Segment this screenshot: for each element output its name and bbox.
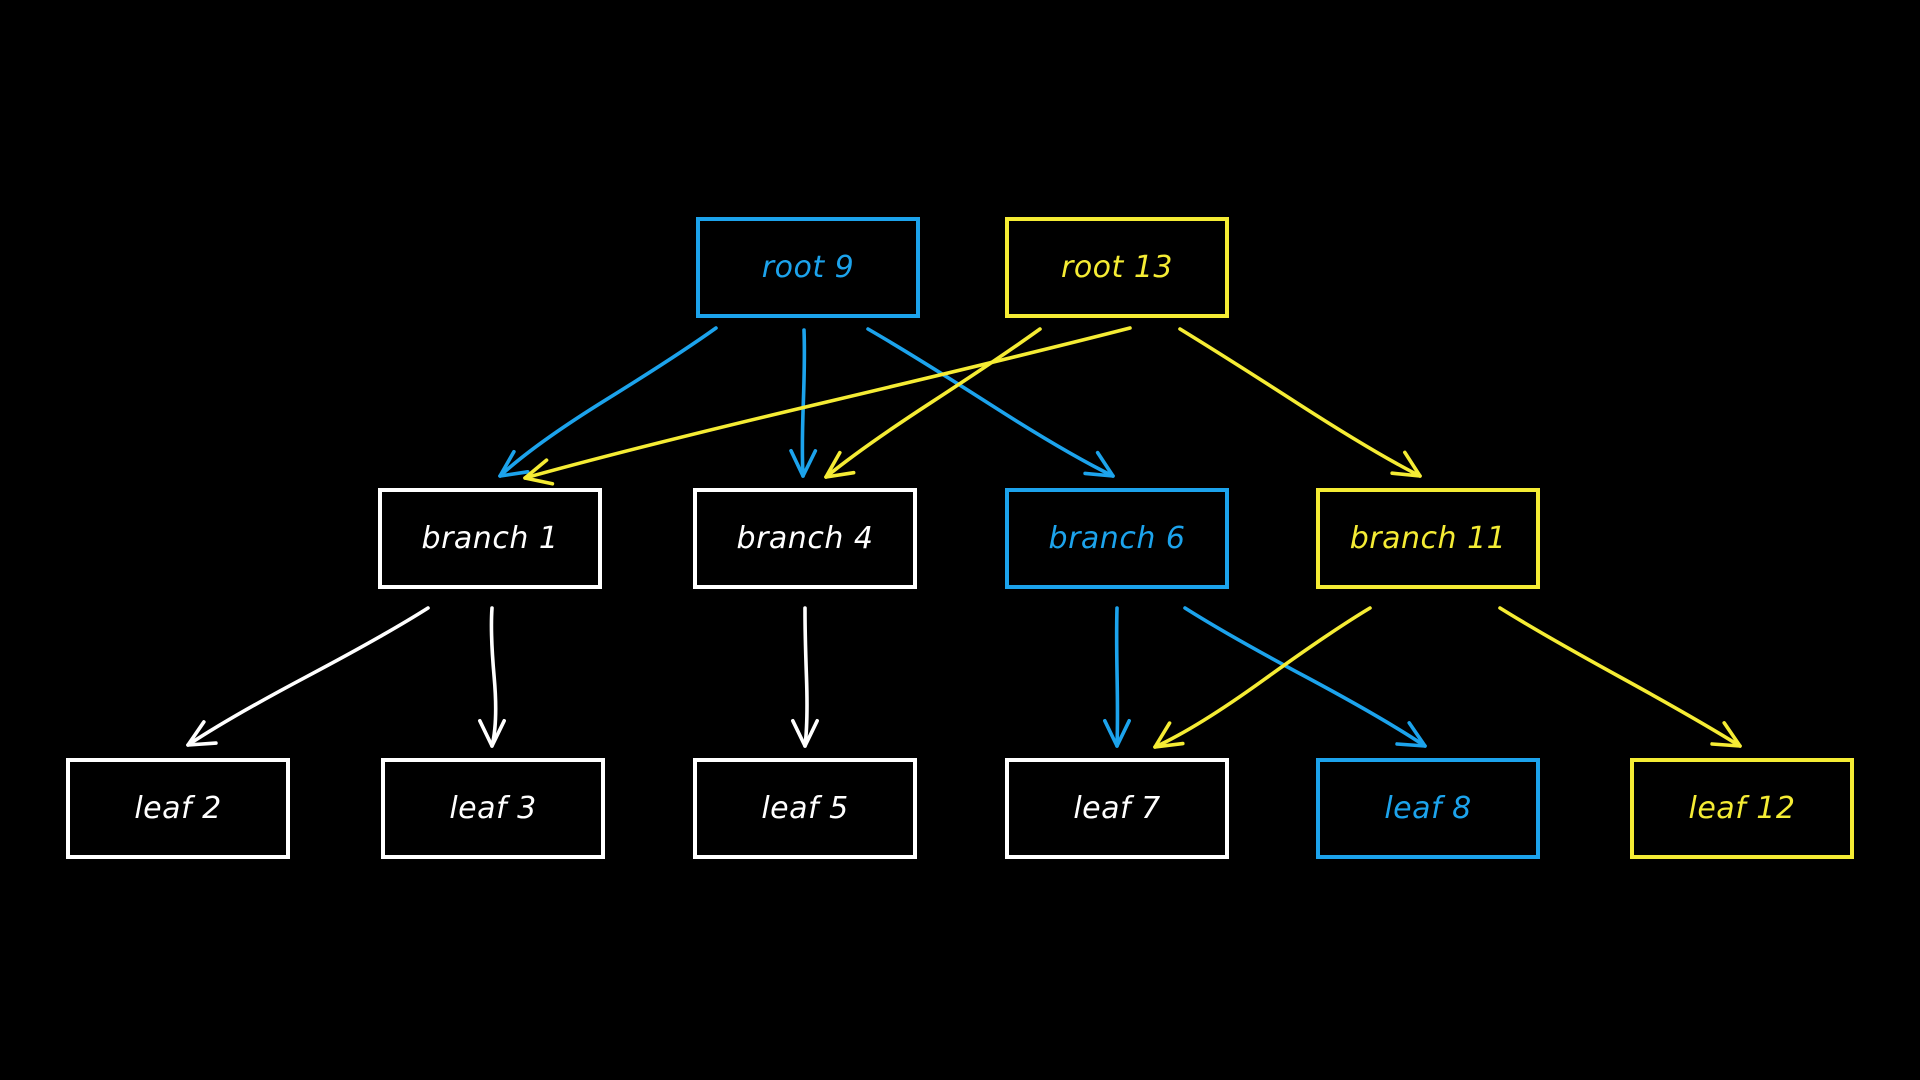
node-label: leaf 12 — [1688, 790, 1796, 826]
arrowhead-e-root13-branch11 — [1390, 450, 1422, 478]
node-label: branch 6 — [1048, 520, 1186, 556]
node-root9[interactable]: root 9 — [696, 217, 920, 318]
arrowhead-e-branch6-leaf7 — [1103, 718, 1131, 748]
edge-e-branch4-leaf5[interactable] — [791, 606, 819, 748]
edge-line — [498, 326, 718, 478]
edge-e-root13-branch11[interactable] — [1178, 327, 1422, 478]
edge-e-branch11-leaf7[interactable] — [1153, 606, 1372, 749]
node-label: leaf 5 — [761, 790, 849, 826]
node-branch6[interactable]: branch 6 — [1005, 488, 1229, 589]
arrowhead-e-branch6-leaf8 — [1395, 721, 1427, 748]
node-label: leaf 7 — [1073, 790, 1161, 826]
node-label: branch 4 — [736, 520, 874, 556]
node-leaf2[interactable]: leaf 2 — [66, 758, 290, 859]
edge-line — [523, 326, 1132, 480]
edge-line — [800, 328, 807, 478]
node-label: root 13 — [1060, 249, 1173, 285]
node-label: branch 11 — [1349, 520, 1507, 556]
arrowhead-e-root13-branch4 — [824, 450, 856, 479]
edge-e-root9-branch1[interactable] — [498, 326, 718, 478]
arrowhead-e-root9-branch4 — [789, 448, 818, 478]
edge-line — [866, 327, 1115, 478]
node-root13[interactable]: root 13 — [1005, 217, 1229, 318]
node-branch4[interactable]: branch 4 — [693, 488, 917, 589]
node-label: root 9 — [761, 249, 855, 285]
node-leaf12[interactable]: leaf 12 — [1630, 758, 1854, 859]
node-leaf7[interactable]: leaf 7 — [1005, 758, 1229, 859]
arrowhead-e-branch11-leaf12 — [1710, 721, 1742, 748]
edge-line — [1498, 606, 1742, 748]
arrowhead-e-branch1-leaf2 — [186, 720, 218, 747]
edge-e-branch6-leaf8[interactable] — [1183, 606, 1427, 748]
edge-line — [824, 327, 1042, 479]
arrowhead-e-branch4-leaf5 — [791, 718, 819, 748]
node-label: leaf 2 — [134, 790, 222, 826]
node-label: leaf 3 — [449, 790, 537, 826]
node-leaf8[interactable]: leaf 8 — [1316, 758, 1540, 859]
edge-line — [186, 606, 430, 747]
node-label: leaf 8 — [1384, 790, 1472, 826]
edge-line — [1114, 606, 1120, 748]
node-branch1[interactable]: branch 1 — [378, 488, 602, 589]
edge-line — [1153, 606, 1372, 749]
arrowhead-e-root9-branch6 — [1083, 450, 1115, 478]
arrowhead-e-root13-branch1 — [523, 458, 555, 486]
node-leaf5[interactable]: leaf 5 — [693, 758, 917, 859]
edge-line — [489, 606, 498, 748]
node-branch11[interactable]: branch 11 — [1316, 488, 1540, 589]
edge-e-root13-branch1[interactable] — [523, 326, 1132, 486]
edge-e-branch11-leaf12[interactable] — [1498, 606, 1742, 748]
arrowhead-e-root9-branch1 — [498, 449, 530, 478]
edge-line — [803, 606, 809, 748]
edge-line — [1178, 327, 1422, 478]
arrowhead-e-branch11-leaf7 — [1153, 721, 1185, 749]
edge-e-branch6-leaf7[interactable] — [1103, 606, 1131, 748]
node-label: branch 1 — [421, 520, 559, 556]
edge-e-branch1-leaf2[interactable] — [186, 606, 430, 747]
edge-e-root9-branch6[interactable] — [866, 327, 1115, 478]
edge-layer — [186, 326, 1742, 749]
edge-line — [1183, 606, 1427, 748]
edge-e-root13-branch4[interactable] — [824, 327, 1042, 479]
diagram-canvas: root 9 root 13 branch 1 branch 4 branch 6 bra… — [0, 0, 1920, 1080]
edge-e-branch1-leaf3[interactable] — [478, 606, 506, 748]
edge-e-root9-branch4[interactable] — [789, 328, 818, 478]
node-leaf3[interactable]: leaf 3 — [381, 758, 605, 859]
arrowhead-e-branch1-leaf3 — [478, 718, 506, 748]
